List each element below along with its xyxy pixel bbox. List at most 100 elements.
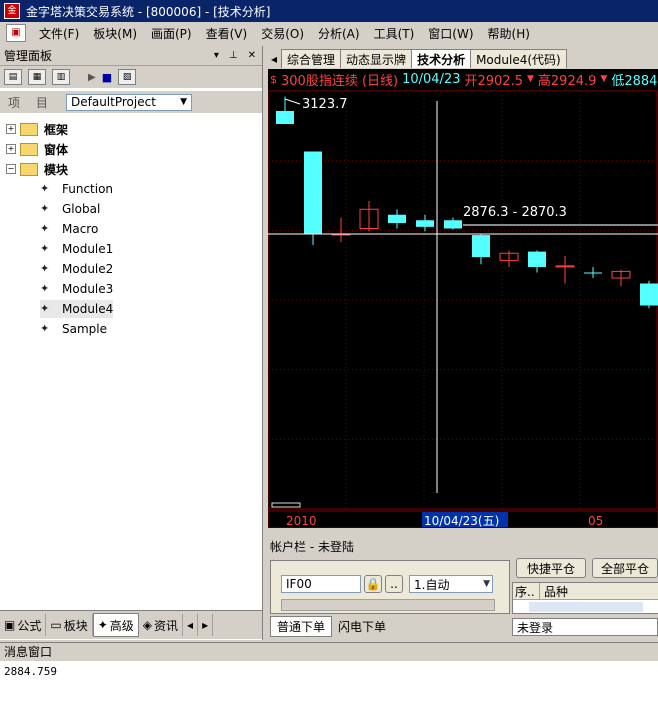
candle-body-down [416,220,434,227]
x-tick-label: 10/04/23(五) [424,514,499,528]
menu-trade[interactable]: 交易(O) [254,25,311,42]
close-all-button[interactable]: 全部平仓 [592,558,658,578]
menu-view[interactable]: 查看(V) [199,25,255,42]
tree-folder-form[interactable]: + 窗体 [6,140,68,158]
login-status: 未登录 [512,618,658,636]
tree-item-sample[interactable]: ✦ Sample [40,320,107,338]
tab-flash-order[interactable]: 闪电下单 [332,617,392,636]
print-icon[interactable]: ▥ [52,69,70,85]
candle-body-down [388,214,406,223]
dropdown-icon[interactable]: ▾ [210,50,219,61]
module-icon: ✦ [40,242,50,255]
lock-icon[interactable]: 🔒 [364,575,382,593]
menu-file[interactable]: 文件(F) [32,25,86,42]
account-panel: IF00 🔒 .. 1.自动 ▼ 快捷平仓 全部平仓 序.. 品种 普通下单 闪… [266,556,658,640]
menu-screen[interactable]: 画面(P) [144,25,199,42]
project-label: 项 目 [8,95,54,110]
candle-body-down [472,235,490,258]
candle-body-down [528,251,546,267]
tree-folder-module[interactable]: − 模块 [6,160,68,178]
tab-technical-analysis[interactable]: 技术分析 [411,49,472,68]
scroll-indicator [271,502,301,508]
x-tick-label: 2010 [286,514,317,528]
expand-icon[interactable]: + [6,124,16,134]
tab-scroll-right[interactable]: ▸ [198,614,214,636]
stop-icon[interactable]: ■ [102,71,112,84]
news-icon: ◈ [142,618,153,632]
tab-advanced[interactable]: ✦ 高级 [92,613,139,637]
pin-icon[interactable]: ⊥ [225,50,238,61]
position-table: 序.. 品种 [512,582,658,614]
run-icon[interactable]: ▶ [88,72,96,83]
menu-help[interactable]: 帮助(H) [481,25,537,42]
tree-item-module4[interactable]: ✦ Module4 [40,300,114,318]
expand-icon[interactable]: + [6,144,16,154]
tree-item-module3[interactable]: ✦ Module3 [40,280,113,298]
window-title: 金字塔决策交易系统 - [800006] - [技术分析] [26,4,271,19]
tab-scroll-left-icon[interactable]: ◂ [266,50,282,68]
account-bar-title: 帐户栏 - 未登陆 [266,537,658,555]
panel-title: 管理面板 [4,49,53,63]
project-select[interactable]: DefaultProject ▼ [66,93,192,111]
tab-dynamic-board[interactable]: 动态显示牌 [340,49,413,68]
tree-item-module1[interactable]: ✦ Module1 [40,240,113,258]
module-icon: ✦ [40,182,50,195]
x-tick-label: 05 [588,514,603,528]
folder-open-icon [20,162,38,176]
collapse-icon[interactable]: − [6,164,16,174]
tab-formula[interactable]: ▣ 公式 [0,614,47,636]
candle-body-up [555,265,575,268]
chevron-down-icon: ▼ [483,579,490,589]
module-icon: ✦ [40,302,50,315]
candle-body-down [444,220,462,229]
menu-sector[interactable]: 板块(M) [86,25,144,42]
candle-body-down [640,283,658,306]
grid-icon[interactable]: ▦ [28,69,46,85]
order-tabs: 普通下单 闪电下单 [270,615,510,637]
project-tree: + 框架 + 窗体 − 模块 ✦ Function ✦ Global ✦ Mac… [0,118,262,618]
close-icon[interactable]: ✕ [244,50,256,61]
tree-folder-frame[interactable]: + 框架 [6,120,68,138]
module-icon: ✦ [40,222,50,235]
order-mode-select[interactable]: 1.自动 ▼ [409,575,493,593]
column-header-seq[interactable]: 序.. [513,583,540,599]
tree-item-macro[interactable]: ✦ Macro [40,220,98,238]
kline-chart[interactable]: $ 300股指连续 (日线) 10/04/23 开2902.5 ▼ 高2924.… [268,69,658,528]
tree-item-global[interactable]: ✦ Global [40,200,100,218]
management-panel: 管理面板 ▾ ⊥ ✕ ▤ ▦ ▥ ▶ ■ ▧ 项 目 DefaultProjec… [0,46,263,640]
column-header-item[interactable]: 品种 [540,583,568,599]
tab-sector[interactable]: ▭ 板块 [46,614,93,636]
tree-item-module2[interactable]: ✦ Module2 [40,260,113,278]
table-scrollbar[interactable] [529,602,643,612]
tab-scroll-left[interactable]: ◂ [183,614,199,636]
chart-canvas: 3123.7 2876.3 - 2870.3 2010 10/04/23(五) 05 [268,90,658,528]
quick-close-button[interactable]: 快捷平仓 [516,558,586,578]
tab-normal-order[interactable]: 普通下单 [270,615,333,637]
module-icon: ✦ [97,618,108,632]
properties-icon[interactable]: ▧ [118,69,137,85]
candle-body-down [304,151,322,234]
panel-title-bar: 管理面板 ▾ ⊥ ✕ [0,46,262,66]
tree-item-function[interactable]: ✦ Function [40,180,113,198]
menu-logo-icon[interactable]: ▣ [6,24,26,42]
folder-icon: ▭ [50,618,62,632]
app-icon: 金 [4,3,20,19]
tab-module4-code[interactable]: Module4(代码) [470,49,567,68]
folder-icon [20,142,38,156]
menu-analysis[interactable]: 分析(A) [311,25,367,42]
contract-code-input[interactable]: IF00 [281,575,361,593]
menu-window[interactable]: 窗口(W) [421,25,480,42]
new-icon[interactable]: ▤ [4,69,22,85]
message-window-body: 2884.759 [0,661,658,711]
horizontal-scrollbar[interactable] [281,599,495,611]
menu-bar: ▣ 文件(F) 板块(M) 画面(P) 查看(V) 交易(O) 分析(A) 工具… [0,22,658,44]
folder-icon [20,122,38,136]
more-button[interactable]: .. [385,575,403,593]
message-window-title: 消息窗口 [0,642,658,660]
menu-tools[interactable]: 工具(T) [367,25,422,42]
module-icon: ✦ [40,322,50,335]
tab-news[interactable]: ◈ 资讯 [139,614,184,636]
formula-icon: ▣ [4,618,16,632]
panel-bottom-tabs: ▣ 公式 ▭ 板块 ✦ 高级 ◈ 资讯 ◂ ▸ [0,610,262,639]
tab-overview[interactable]: 综合管理 [281,49,342,68]
